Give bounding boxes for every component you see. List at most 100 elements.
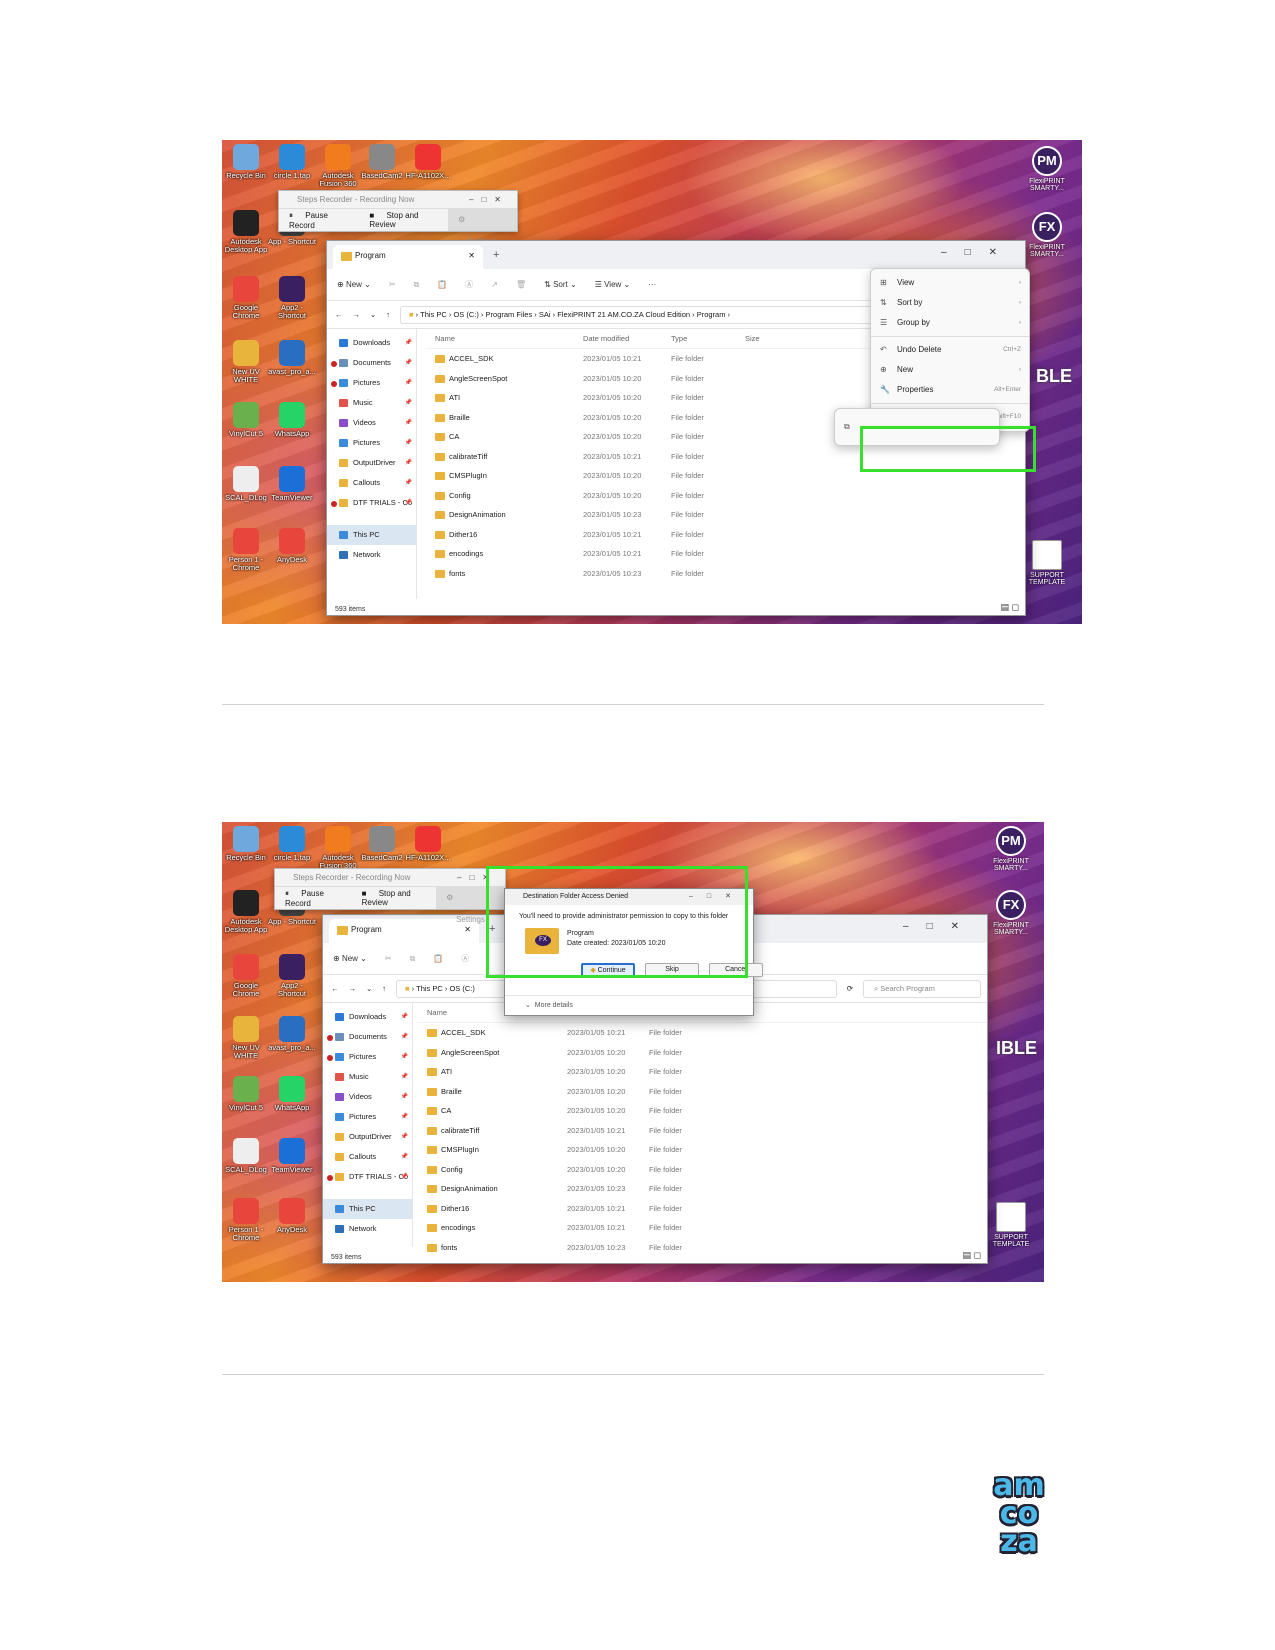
table-row[interactable]: fonts 2023/01/05 10:23 File folder (417, 1238, 987, 1258)
desktop-icon[interactable]: New UV WHITE (222, 340, 270, 384)
more-options-button[interactable]: ··· (648, 280, 656, 289)
nav-item[interactable]: Callouts 📌 (323, 1147, 412, 1167)
up-icon[interactable]: ↑ (386, 310, 390, 319)
desktop-icon[interactable]: Recycle Bin (222, 825, 270, 862)
copy-icon[interactable]: ⧉ (414, 280, 420, 290)
delete-icon[interactable]: 🗑 (516, 280, 526, 289)
desktop-icon[interactable]: VinylCut 5 (222, 402, 270, 438)
desktop-icon-fx[interactable]: FX FlexiPRINT SMARTY... (988, 890, 1034, 936)
refresh-icon[interactable]: ⟳ (847, 984, 853, 993)
table-row[interactable]: ATI 2023/01/05 10:20 File folder (417, 1062, 987, 1082)
desktop-icon[interactable]: circle 1.tap (268, 825, 316, 862)
table-row[interactable]: DesignAnimation 2023/01/05 10:23 File fold… (425, 505, 1025, 525)
nav-item[interactable]: Documents 📌 (327, 353, 416, 373)
nav-item-network[interactable]: Network (323, 1219, 412, 1239)
desktop-icon[interactable]: Google Chrome (222, 953, 270, 998)
column-name[interactable]: Name (435, 329, 455, 349)
desktop-icon[interactable]: Autodesk Desktop App (222, 889, 270, 934)
desktop-icon-fx[interactable]: FX FlexiPRINT SMARTY... (1024, 212, 1070, 258)
table-row[interactable]: Braille 2023/01/05 10:20 File folder (417, 1082, 987, 1102)
window-controls[interactable]: –□✕ (903, 921, 977, 932)
new-button[interactable]: ⊕ New ⌄ (333, 954, 367, 963)
menu-item[interactable]: ☰ Group by › (871, 313, 1029, 333)
desktop-icon-pm[interactable]: PM FlexiPRINT SMARTY... (988, 826, 1034, 872)
rename-icon[interactable]: Ⓐ (461, 953, 469, 964)
nav-item[interactable]: DTF TRIALS - Co 📌 (323, 1167, 412, 1187)
desktop-icon[interactable]: AnyDesk (268, 528, 316, 564)
paste-icon[interactable]: 📋 (433, 954, 443, 963)
desktop-icon[interactable]: circle 1.tap (268, 144, 316, 180)
menu-item[interactable]: ⊞ View › (871, 273, 1029, 293)
close-tab-icon[interactable]: ✕ (468, 251, 475, 260)
nav-item-this-pc[interactable]: This PC (327, 525, 416, 545)
nav-item[interactable]: Downloads 📌 (327, 333, 416, 353)
desktop-icon[interactable]: BasedCam2 (358, 825, 406, 862)
desktop-icon[interactable]: avast_pro_a... (268, 1016, 316, 1052)
desktop-icon[interactable]: WhatsApp (268, 402, 316, 438)
nav-item[interactable]: Documents 📌 (323, 1027, 412, 1047)
nav-item[interactable]: OutputDriver 📌 (323, 1127, 412, 1147)
view-toggle-icons[interactable]: ▤ ◻ (1001, 602, 1019, 613)
desktop-icon[interactable]: Autodesk Desktop App (222, 210, 270, 254)
new-button[interactable]: ⊕ New ⌄ (337, 280, 371, 289)
cut-icon[interactable]: ✂ (385, 954, 392, 963)
paste-icon[interactable]: 📋 (437, 280, 447, 289)
new-tab-button[interactable]: + (493, 249, 499, 261)
column-date[interactable]: Date modified (583, 329, 629, 349)
table-row[interactable]: encodings 2023/01/05 10:21 File folder (425, 544, 1025, 564)
nav-item[interactable]: Videos 📌 (327, 413, 416, 433)
forward-icon[interactable]: → (349, 984, 357, 993)
table-row[interactable]: Config 2023/01/05 10:20 File folder (425, 486, 1025, 506)
cut-icon[interactable]: ✂ (389, 280, 396, 289)
rename-icon[interactable]: Ⓐ (465, 279, 473, 290)
desktop-icon[interactable]: avast_pro_a... (268, 340, 316, 376)
column-size[interactable]: Size (745, 329, 760, 349)
desktop-icon[interactable]: HF-A1102X... (404, 825, 452, 862)
nav-item[interactable]: Callouts 📌 (327, 473, 416, 493)
nav-item[interactable]: Downloads 📌 (323, 1007, 412, 1027)
view-button[interactable]: ☰ View ⌄ (595, 280, 631, 289)
desktop-icon-support-template[interactable]: SUPPORT TEMPLATE (1024, 540, 1070, 586)
desktop-icon[interactable]: Autodesk Fusion 360 (314, 825, 362, 870)
table-row[interactable]: ACCEL_SDK 2023/01/05 10:21 File folder (417, 1023, 987, 1043)
menu-item[interactable]: ⇅ Sort by › (871, 293, 1029, 313)
nav-item[interactable]: Pictures 📌 (327, 433, 416, 453)
more-details-toggle[interactable]: ⌄ More details (505, 995, 753, 1015)
table-row[interactable]: Dither16 2023/01/05 10:21 File folder (417, 1199, 987, 1219)
menu-item[interactable]: ↶ Undo Delete Ctrl+Z (871, 340, 1029, 360)
desktop-icon[interactable]: WhatsApp (268, 1076, 316, 1112)
desktop-icon[interactable]: BasedCam2 (358, 144, 406, 180)
desktop-icon[interactable]: AnyDesk (268, 1198, 316, 1234)
desktop-icon[interactable]: Google Chrome (222, 276, 270, 320)
column-name[interactable]: Name (427, 1003, 447, 1023)
desktop-icon[interactable]: Person 1 - Chrome (222, 1198, 270, 1242)
window-controls[interactable]: –□✕ (469, 191, 509, 209)
nav-item[interactable]: DTF TRIALS - Co 📌 (327, 493, 416, 513)
desktop-icon[interactable]: VinylCut 5 (222, 1076, 270, 1112)
pause-record-button[interactable]: ⏸ Pause Record (279, 211, 359, 230)
tab-program[interactable]: Program✕ (333, 245, 483, 269)
nav-item[interactable]: Pictures 📌 (327, 373, 416, 393)
nav-item[interactable]: Music 📌 (323, 1067, 412, 1087)
sort-button[interactable]: ⇅ Sort ⌄ (544, 280, 577, 289)
table-row[interactable]: fonts 2023/01/05 10:23 File folder (425, 564, 1025, 584)
table-row[interactable]: DesignAnimation 2023/01/05 10:23 File fold… (417, 1179, 987, 1199)
desktop-icon[interactable]: SCAL_DLog (222, 1138, 270, 1174)
table-row[interactable]: calibrateTiff 2023/01/05 10:21 File folder (417, 1121, 987, 1141)
settings-button[interactable]: ⚙ Settings (448, 209, 517, 246)
table-row[interactable]: encodings 2023/01/05 10:21 File folder (417, 1218, 987, 1238)
column-type[interactable]: Type (671, 329, 687, 349)
table-row[interactable]: Config 2023/01/05 10:20 File folder (417, 1160, 987, 1180)
recent-icon[interactable]: ⌄ (370, 310, 376, 319)
menu-item[interactable]: ⊕ New › (871, 360, 1029, 380)
view-toggle-icons[interactable]: ▤ ◻ (963, 1250, 981, 1261)
desktop-icon-support-template[interactable]: SUPPORT TEMPLATE (988, 1202, 1034, 1248)
desktop-icon[interactable]: TeamViewer (268, 1138, 316, 1174)
nav-item[interactable]: Music 📌 (327, 393, 416, 413)
table-row[interactable]: AngleScreenSpot 2023/01/05 10:20 File fold… (417, 1043, 987, 1063)
back-icon[interactable]: ← (335, 310, 343, 319)
nav-item[interactable]: Pictures 📌 (323, 1107, 412, 1127)
up-icon[interactable]: ↑ (382, 984, 386, 993)
forward-icon[interactable]: → (353, 310, 361, 319)
desktop-icon[interactable]: New UV WHITE (222, 1016, 270, 1060)
